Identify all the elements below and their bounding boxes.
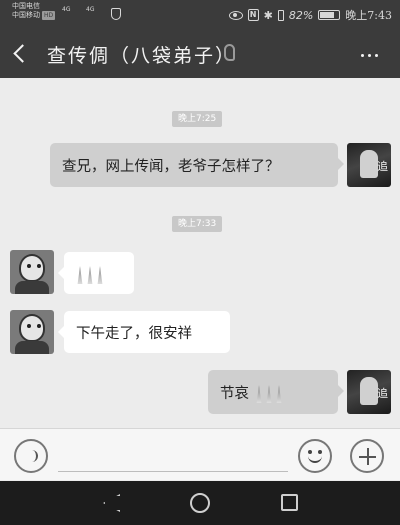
- nav-recents-icon[interactable]: [281, 494, 298, 511]
- my-avatar[interactable]: 追: [347, 370, 391, 414]
- bluetooth-icon: ✱: [263, 8, 273, 22]
- signal-1: 4G: [62, 6, 71, 13]
- smiley-icon[interactable]: [298, 439, 332, 473]
- battery-icon: [318, 10, 341, 20]
- message-text: 查兄，网上传闻，老爷子怎样了？: [62, 158, 280, 175]
- clock: 晚上7:43: [345, 9, 392, 22]
- nav-home-icon[interactable]: [190, 493, 210, 513]
- plus-icon[interactable]: [350, 439, 384, 473]
- carrier-2: 中国移动: [12, 11, 40, 19]
- signal-2: 4G: [86, 6, 95, 13]
- carrier-info: 中国电信 中国移动 HD: [12, 2, 56, 20]
- earpiece-icon: [224, 44, 235, 61]
- message-bubble-received[interactable]: 下午走了，很安祥: [58, 311, 230, 353]
- battery-fill: [320, 12, 335, 18]
- chat-title: 查传倜（八袋弟子）: [47, 45, 237, 67]
- message-text: 节哀: [220, 385, 249, 402]
- message-bubble-received[interactable]: [58, 252, 134, 294]
- my-avatar[interactable]: 追: [347, 143, 391, 187]
- back-arrow-icon[interactable]: [13, 44, 32, 63]
- timestamp: 晚上7:33: [172, 216, 223, 232]
- hd-badge: HD: [42, 11, 56, 20]
- battery-percent: 82%: [288, 8, 314, 22]
- shield-icon: [111, 8, 121, 20]
- input-bar: [0, 428, 400, 480]
- nav-back-icon[interactable]: [103, 494, 120, 512]
- status-bar: 中国电信 中国移动 HD 4G 4G N ✱ 82% 晚上7:43: [0, 0, 400, 30]
- chat-header: 查传倜（八袋弟子）: [0, 30, 400, 78]
- candle-emoji: [76, 262, 104, 284]
- eye-icon: [228, 10, 243, 20]
- more-icon[interactable]: [361, 54, 378, 57]
- candle-emoji: [255, 381, 283, 403]
- contact-avatar[interactable]: [10, 250, 54, 294]
- vibrate-icon: [277, 9, 284, 21]
- status-right: N ✱ 82% 晚上7:43: [228, 7, 392, 23]
- message-bubble-sent[interactable]: 查兄，网上传闻，老爷子怎样了？: [50, 143, 344, 187]
- message-input[interactable]: [58, 471, 288, 472]
- message-bubble-sent[interactable]: 节哀: [208, 370, 344, 414]
- nfc-icon: N: [247, 9, 259, 21]
- navigation-bar: [0, 481, 400, 525]
- carrier-1: 中国电信: [12, 2, 40, 10]
- voice-icon[interactable]: [14, 439, 48, 473]
- message-text: 下午走了，很安祥: [76, 325, 192, 342]
- timestamp: 晚上7:25: [172, 111, 223, 127]
- contact-avatar[interactable]: [10, 310, 54, 354]
